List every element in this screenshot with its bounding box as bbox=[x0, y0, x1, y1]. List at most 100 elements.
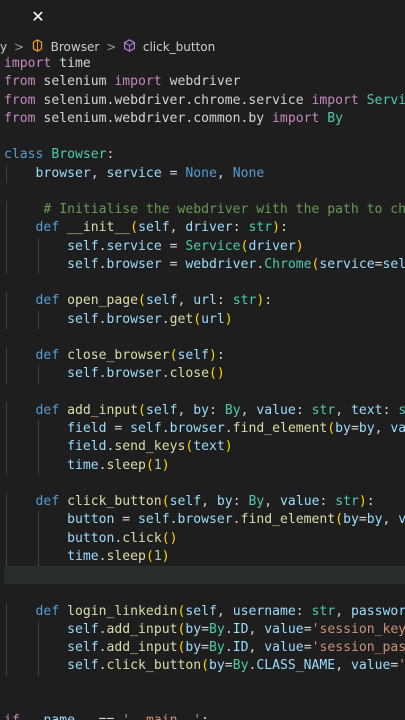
code-token: def bbox=[35, 293, 60, 309]
code-line[interactable]: time.sleep(1) bbox=[4, 456, 405, 475]
code-token: close bbox=[169, 366, 210, 382]
code-token: , bbox=[335, 658, 351, 674]
code-line[interactable]: def login_linkedin(self, username: str, … bbox=[4, 602, 405, 621]
code-line[interactable]: self.add_input(by=By.ID, value='session_… bbox=[4, 639, 405, 658]
code-line[interactable] bbox=[4, 676, 405, 694]
code-line[interactable]: def open_page(self, url: str): bbox=[4, 292, 405, 311]
code-line[interactable]: field = self.browser.find_element(by=by,… bbox=[4, 420, 405, 439]
breadcrumb-item-click-button[interactable]: click_button bbox=[143, 40, 215, 54]
code-line[interactable] bbox=[4, 329, 405, 347]
code-line[interactable]: def click_button(self, by: By, value: st… bbox=[4, 493, 405, 512]
code-line[interactable]: from selenium import webdriver bbox=[4, 73, 405, 91]
code-line[interactable]: # Initialise the webdriver with the path… bbox=[4, 201, 405, 220]
code-token: ) bbox=[224, 439, 233, 455]
indent-guide bbox=[37, 529, 39, 548]
indent-guide bbox=[37, 639, 39, 658]
code-line[interactable] bbox=[4, 694, 405, 712]
close-icon[interactable]: ✕ bbox=[28, 6, 48, 28]
code-line[interactable] bbox=[4, 475, 405, 493]
code-token: self bbox=[382, 256, 405, 272]
code-token: . bbox=[224, 621, 233, 637]
code-line[interactable]: self.browser.close() bbox=[4, 365, 405, 384]
code-token: browser bbox=[106, 256, 162, 272]
code-token: by bbox=[185, 621, 202, 637]
code-token: self bbox=[67, 366, 99, 382]
code-token: self bbox=[138, 512, 170, 528]
code-line[interactable]: self.browser = webdriver.Chrome(service=… bbox=[4, 255, 405, 274]
code-token: __name__ bbox=[28, 713, 91, 720]
code-token: , bbox=[240, 402, 257, 418]
code-line[interactable]: button.click() bbox=[4, 529, 405, 548]
code-token: . bbox=[98, 311, 107, 327]
code-line[interactable]: def add_input(self, by: By, value: str, … bbox=[4, 401, 405, 420]
code-editor-screen: ✕ y > Browser > click_button import time… bbox=[0, 0, 405, 720]
code-token: = bbox=[201, 621, 210, 637]
indent-guide bbox=[6, 639, 7, 658]
code-token: () bbox=[161, 530, 178, 546]
code-line[interactable]: from selenium.webdriver.common.by import… bbox=[4, 110, 405, 128]
code-token: : bbox=[295, 603, 312, 619]
code-token: : bbox=[295, 402, 312, 418]
code-area[interactable]: import time from selenium import webdrive… bbox=[4, 55, 405, 720]
code-line[interactable]: self.browser.get(url) bbox=[4, 310, 405, 329]
code-line[interactable]: from selenium.webdriver.chrome.service i… bbox=[4, 92, 405, 110]
code-line[interactable] bbox=[4, 274, 405, 292]
code-line[interactable] bbox=[4, 183, 405, 201]
code-token: ) bbox=[272, 220, 281, 236]
code-token: button bbox=[67, 530, 115, 546]
indent-guide bbox=[6, 201, 7, 220]
code-token: , bbox=[335, 402, 352, 418]
code-line[interactable]: self.service = Service(driver) bbox=[4, 237, 405, 256]
code-line[interactable] bbox=[4, 584, 405, 602]
code-token: Service bbox=[366, 92, 405, 108]
code-token: = bbox=[350, 421, 359, 436]
breadcrumb-item-partial[interactable]: y bbox=[0, 40, 7, 54]
code-token: self bbox=[67, 311, 99, 327]
code-token: def bbox=[35, 494, 60, 509]
code-token: ( bbox=[327, 421, 336, 436]
indent-guide bbox=[6, 438, 7, 457]
code-line[interactable]: self.click_button(by=By.CLASS_NAME, valu… bbox=[4, 657, 405, 676]
code-token: get bbox=[169, 311, 194, 327]
code-token: click_button bbox=[67, 494, 162, 509]
code-token: value bbox=[264, 621, 304, 637]
code-token: , bbox=[248, 621, 265, 637]
code-line[interactable]: import time bbox=[4, 55, 405, 73]
code-line[interactable] bbox=[4, 566, 405, 585]
code-token: '__main__' bbox=[122, 713, 201, 720]
code-line[interactable]: browser, service = None, None bbox=[4, 164, 405, 183]
code-line[interactable]: button = self.browser.find_element(by=by… bbox=[4, 511, 405, 530]
code-line[interactable]: if __name__ == '__main__': bbox=[4, 712, 405, 720]
code-token: ) bbox=[295, 238, 304, 254]
code-line[interactable] bbox=[4, 384, 405, 402]
code-token: value bbox=[350, 658, 391, 674]
code-line[interactable]: field.send_keys(text) bbox=[4, 438, 405, 457]
code-token: , bbox=[90, 165, 107, 181]
breadcrumb-item-browser[interactable]: Browser bbox=[51, 40, 100, 54]
code-line[interactable]: def __init__(self, driver: str): bbox=[4, 219, 405, 238]
code-token: By bbox=[327, 110, 344, 126]
code-line[interactable]: time.sleep(1) bbox=[4, 547, 405, 566]
code-line[interactable] bbox=[4, 128, 405, 146]
code-token: service bbox=[106, 238, 162, 254]
code-line[interactable]: class Browser: bbox=[4, 146, 405, 164]
code-token: ( bbox=[335, 512, 344, 528]
code-token: self bbox=[67, 256, 99, 272]
method-icon bbox=[123, 38, 136, 57]
code-token: . bbox=[98, 366, 107, 382]
code-line[interactable]: def close_browser(self): bbox=[4, 347, 405, 366]
code-token: value bbox=[264, 640, 304, 655]
code-token: : bbox=[209, 402, 225, 418]
code-token: selenium bbox=[35, 74, 115, 90]
code-token: , bbox=[335, 603, 351, 619]
code-token: , bbox=[264, 494, 281, 509]
code-line[interactable]: self.add_input(by=By.ID, value='session_… bbox=[4, 620, 405, 639]
